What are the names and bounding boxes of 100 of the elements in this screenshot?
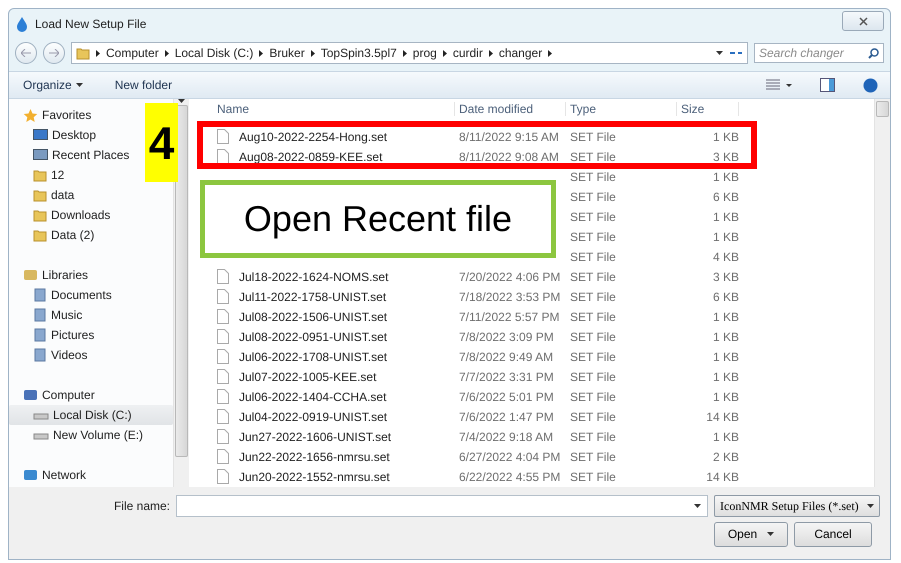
file-name-field[interactable] [176,495,708,517]
size-cell-text: 3 KB [712,270,739,284]
file-name[interactable]: Jul11-2022-1758-UNIST.set [235,290,386,304]
folder-icon [76,46,90,60]
file-name[interactable]: Aug08-2022-0859-KEE.set [235,150,382,164]
size-cell-text: 1 KB [712,370,739,384]
file-name[interactable]: Jul18-2022-1624-NOMS.set [235,270,388,284]
close-button[interactable] [842,11,884,31]
chevron-icon [164,50,169,56]
file-icon [217,429,229,444]
breadcrumb-item[interactable]: curdir [452,46,483,60]
size-cell-text: 3 KB [712,150,739,164]
size-cell-text: 1 KB [712,310,739,324]
forward-button[interactable] [43,42,65,64]
type-cell-text: SET File [569,170,617,184]
sidebar-item[interactable]: Downloads [9,205,114,225]
cancel-button[interactable]: Cancel [794,522,872,546]
file-name[interactable]: Jun27-2022-1606-UNIST.set [235,430,392,444]
date-cell-text: 7/6/2022 5:01 PM [458,390,555,404]
file-icon [217,389,229,404]
file-name-label: File name: [114,499,170,513]
type-cell-text: SET File [569,470,617,484]
new-folder-button[interactable]: New folder [112,76,174,94]
file-name[interactable]: Aug10-2022-2254-Hong.set [235,130,388,144]
sidebar-group[interactable]: Libraries [9,265,92,285]
file-icon [217,269,229,284]
sidebar-item[interactable]: Videos [9,345,92,365]
size-cell-text: 14 KB [705,410,739,424]
file-icon [217,469,229,484]
file-icon [217,449,229,464]
sidebar-item[interactable]: Local Disk (C:) [9,405,173,425]
file-name[interactable]: Jul08-2022-1506-UNIST.set [235,310,388,324]
sidebar-group[interactable]: Computer [9,385,99,405]
type-cell-text: SET File [569,450,617,464]
breadcrumb-item[interactable]: Computer [106,46,159,60]
type-cell-text: SET File [569,430,617,444]
type-cell-text: SET File [569,250,617,264]
sidebar-item[interactable]: Recent Places [9,145,134,165]
chevron-icon [442,50,447,56]
folder-icon [33,188,47,202]
file-name[interactable]: Jul04-2022-0919-UNIST.set [235,410,388,424]
type-cell-text: SET File [569,190,617,204]
size-cell-text: 6 KB [712,190,739,204]
sidebar-item[interactable]: Desktop [9,125,100,145]
caret-icon [767,532,774,536]
organize-menu[interactable]: Organize [21,76,85,94]
type-cell-text: SET File [569,310,617,324]
scrollbar[interactable] [173,99,189,487]
type-cell-text: SET File [569,350,617,364]
date-cell-text: 7/18/2022 3:53 PM [458,290,562,304]
file-name[interactable]: Jun20-2022-1552-nmrsu.set [235,470,390,484]
file-name[interactable]: Jun22-2022-1656-nmrsu.set [235,450,390,464]
column-header[interactable]: Type [566,102,677,116]
caret-icon [694,504,701,508]
type-cell-text: SET File [569,390,617,404]
dropdown-caret-icon [716,51,723,55]
sidebar-group[interactable]: Network [9,465,90,485]
column-header[interactable]: Date modified [455,102,566,116]
breadcrumb-item[interactable]: prog [412,46,437,60]
open-button[interactable]: Open [714,522,788,546]
column-header[interactable]: Size [677,102,739,116]
file-name[interactable]: Jul08-2022-0951-UNIST.set [235,330,388,344]
sidebar-item[interactable]: Data (2) [9,225,98,245]
chevron-icon [548,50,552,56]
callout-label: Open Recent file [200,180,556,258]
scrollbar[interactable] [874,99,890,487]
breadcrumb-item[interactable]: TopSpin3.5pl7 [320,46,397,60]
search-field[interactable]: Search changer [754,43,884,63]
preview-pane-icon[interactable] [820,78,835,92]
breadcrumb-item[interactable]: Local Disk (C:) [174,46,254,60]
left-arrow-icon [21,49,31,57]
sidebar-item[interactable]: New Volume (E:) [9,425,148,445]
file-type-dropdown[interactable]: IconNMR Setup Files (*.set) [714,495,880,517]
sidebar-item[interactable]: data [9,185,78,205]
size-cell-text: 1 KB [712,430,739,444]
search-icon [868,48,879,58]
sidebar-group[interactable]: Favorites [9,105,96,125]
sidebar-item[interactable]: 12 [9,165,68,185]
type-cell-text: SET File [569,330,617,344]
size-cell-text: 6 KB [712,290,739,304]
view-list-icon[interactable] [766,79,792,91]
date-cell-text: 7/4/2022 9:18 AM [458,430,554,444]
breadcrumb-item[interactable]: changer [498,46,542,60]
file-name[interactable]: Jul06-2022-1404-CCHA.set [235,390,386,404]
file-name[interactable]: Jul07-2022-1005-KEE.set [235,370,376,384]
size-cell-text: 1 KB [712,230,739,244]
folder-icon [33,228,47,242]
column-header[interactable]: Name [213,102,455,116]
type-cell-text: SET File [569,130,617,144]
back-button[interactable] [15,42,37,64]
address-bar[interactable]: Computer Local Disk (C:) Bruker TopSpin3.5pl7 prog curdir changer [71,42,748,64]
file-name[interactable]: Jul06-2022-1708-UNIST.set [235,350,388,364]
date-cell-text: 7/6/2022 1:47 PM [458,410,555,424]
breadcrumb-item[interactable]: Bruker [269,46,305,60]
sidebar-item[interactable]: Pictures [9,325,98,345]
sidebar-item[interactable]: Music [9,305,86,325]
date-cell-text: 6/22/2022 4:55 PM [458,470,562,484]
file-icon [217,149,229,164]
sidebar-item[interactable]: Documents [9,285,116,305]
file-icon [217,309,229,324]
